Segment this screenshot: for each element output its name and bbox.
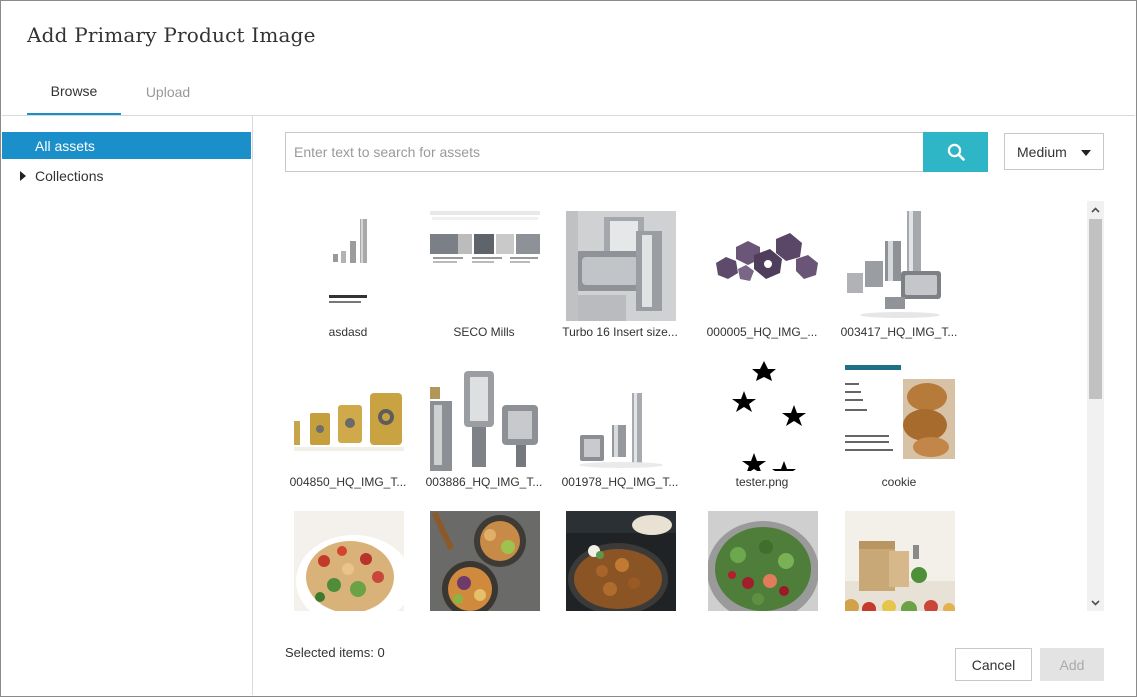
- asset-tile[interactable]: cookie: [836, 351, 962, 501]
- asset-label: asdasd: [328, 325, 368, 339]
- sidebar-item-label: Collections: [35, 167, 104, 184]
- thumbnail-size-select[interactable]: Medium: [1004, 133, 1104, 170]
- chevron-up-icon: [1091, 206, 1100, 213]
- sidebar-item-collections[interactable]: Collections: [2, 162, 252, 189]
- asset-tile[interactable]: [285, 501, 411, 611]
- tab-browse[interactable]: Browse: [27, 69, 121, 115]
- sidebar-item-label: All assets: [35, 137, 95, 154]
- cancel-button[interactable]: Cancel: [955, 648, 1032, 681]
- asset-tile[interactable]: 003886_HQ_IMG_T...: [421, 351, 547, 501]
- asset-grid-scrollbar[interactable]: [1087, 201, 1104, 611]
- asset-tile[interactable]: [699, 501, 825, 611]
- scroll-up-arrow[interactable]: [1087, 201, 1104, 218]
- asset-tile[interactable]: 004850_HQ_IMG_T...: [285, 351, 411, 501]
- scroll-down-arrow[interactable]: [1087, 594, 1104, 611]
- asset-label: cookie: [881, 475, 917, 489]
- asset-tile[interactable]: Turbo 16 Insert size...: [557, 201, 683, 351]
- asset-tile[interactable]: [557, 501, 683, 611]
- size-select-value: Medium: [1017, 143, 1067, 160]
- caret-down-icon: [1081, 150, 1091, 156]
- asset-tile[interactable]: [421, 501, 547, 611]
- tab-upload[interactable]: Upload: [121, 69, 215, 115]
- search-input[interactable]: [285, 132, 924, 172]
- asset-label: Turbo 16 Insert size...: [562, 325, 678, 339]
- asset-thumbnail: [708, 211, 818, 321]
- asset-label: 001978_HQ_IMG_T...: [561, 475, 679, 489]
- tab-bar: Browse Upload: [27, 69, 215, 115]
- asset-thumbnail: [708, 361, 818, 471]
- chevron-down-icon: [1091, 599, 1100, 606]
- asset-thumbnail: [566, 511, 676, 611]
- selected-items-count: Selected items: 0: [285, 645, 385, 660]
- asset-thumbnail: [845, 361, 955, 471]
- search-button[interactable]: [923, 132, 988, 172]
- asset-thumbnail: [845, 211, 955, 321]
- asset-label: SECO Mills: [453, 325, 515, 339]
- sidebar-item-all-assets[interactable]: All assets: [2, 132, 251, 159]
- asset-label: 004850_HQ_IMG_T...: [289, 475, 407, 489]
- asset-grid: asdasd SECO Mills Turbo 16 Insert size..…: [285, 201, 1085, 611]
- asset-thumbnail: [430, 511, 540, 611]
- asset-tile[interactable]: 000005_HQ_IMG_...: [699, 201, 825, 351]
- asset-tile[interactable]: 001978_HQ_IMG_T...: [557, 351, 683, 501]
- asset-thumbnail: [294, 211, 404, 321]
- asset-tile[interactable]: asdasd: [285, 201, 411, 351]
- asset-label: 000005_HQ_IMG_...: [706, 325, 818, 339]
- expand-triangle-icon[interactable]: [20, 170, 26, 181]
- asset-thumbnail: [430, 361, 540, 471]
- asset-label: 003886_HQ_IMG_T...: [425, 475, 543, 489]
- add-image-dialog: Add Primary Product Image Browse Upload …: [0, 0, 1137, 697]
- asset-tile[interactable]: SECO Mills: [421, 201, 547, 351]
- asset-thumbnail: [294, 361, 404, 471]
- scroll-thumb[interactable]: [1089, 219, 1102, 399]
- asset-label: tester.png: [735, 475, 789, 489]
- search-icon: [947, 143, 965, 161]
- asset-tile[interactable]: tester.png: [699, 351, 825, 501]
- asset-tile[interactable]: 003417_HQ_IMG_T...: [836, 201, 962, 351]
- asset-thumbnail: [845, 511, 955, 611]
- asset-thumbnail: [708, 511, 818, 611]
- dialog-title: Add Primary Product Image: [27, 23, 316, 47]
- asset-thumbnail: [566, 361, 676, 471]
- asset-sidebar: All assets Collections: [2, 116, 253, 695]
- asset-thumbnail: [294, 511, 404, 611]
- asset-thumbnail: [430, 211, 540, 321]
- asset-thumbnail: [566, 211, 676, 321]
- asset-tile[interactable]: [836, 501, 962, 611]
- asset-label: 003417_HQ_IMG_T...: [840, 325, 958, 339]
- add-button[interactable]: Add: [1040, 648, 1104, 681]
